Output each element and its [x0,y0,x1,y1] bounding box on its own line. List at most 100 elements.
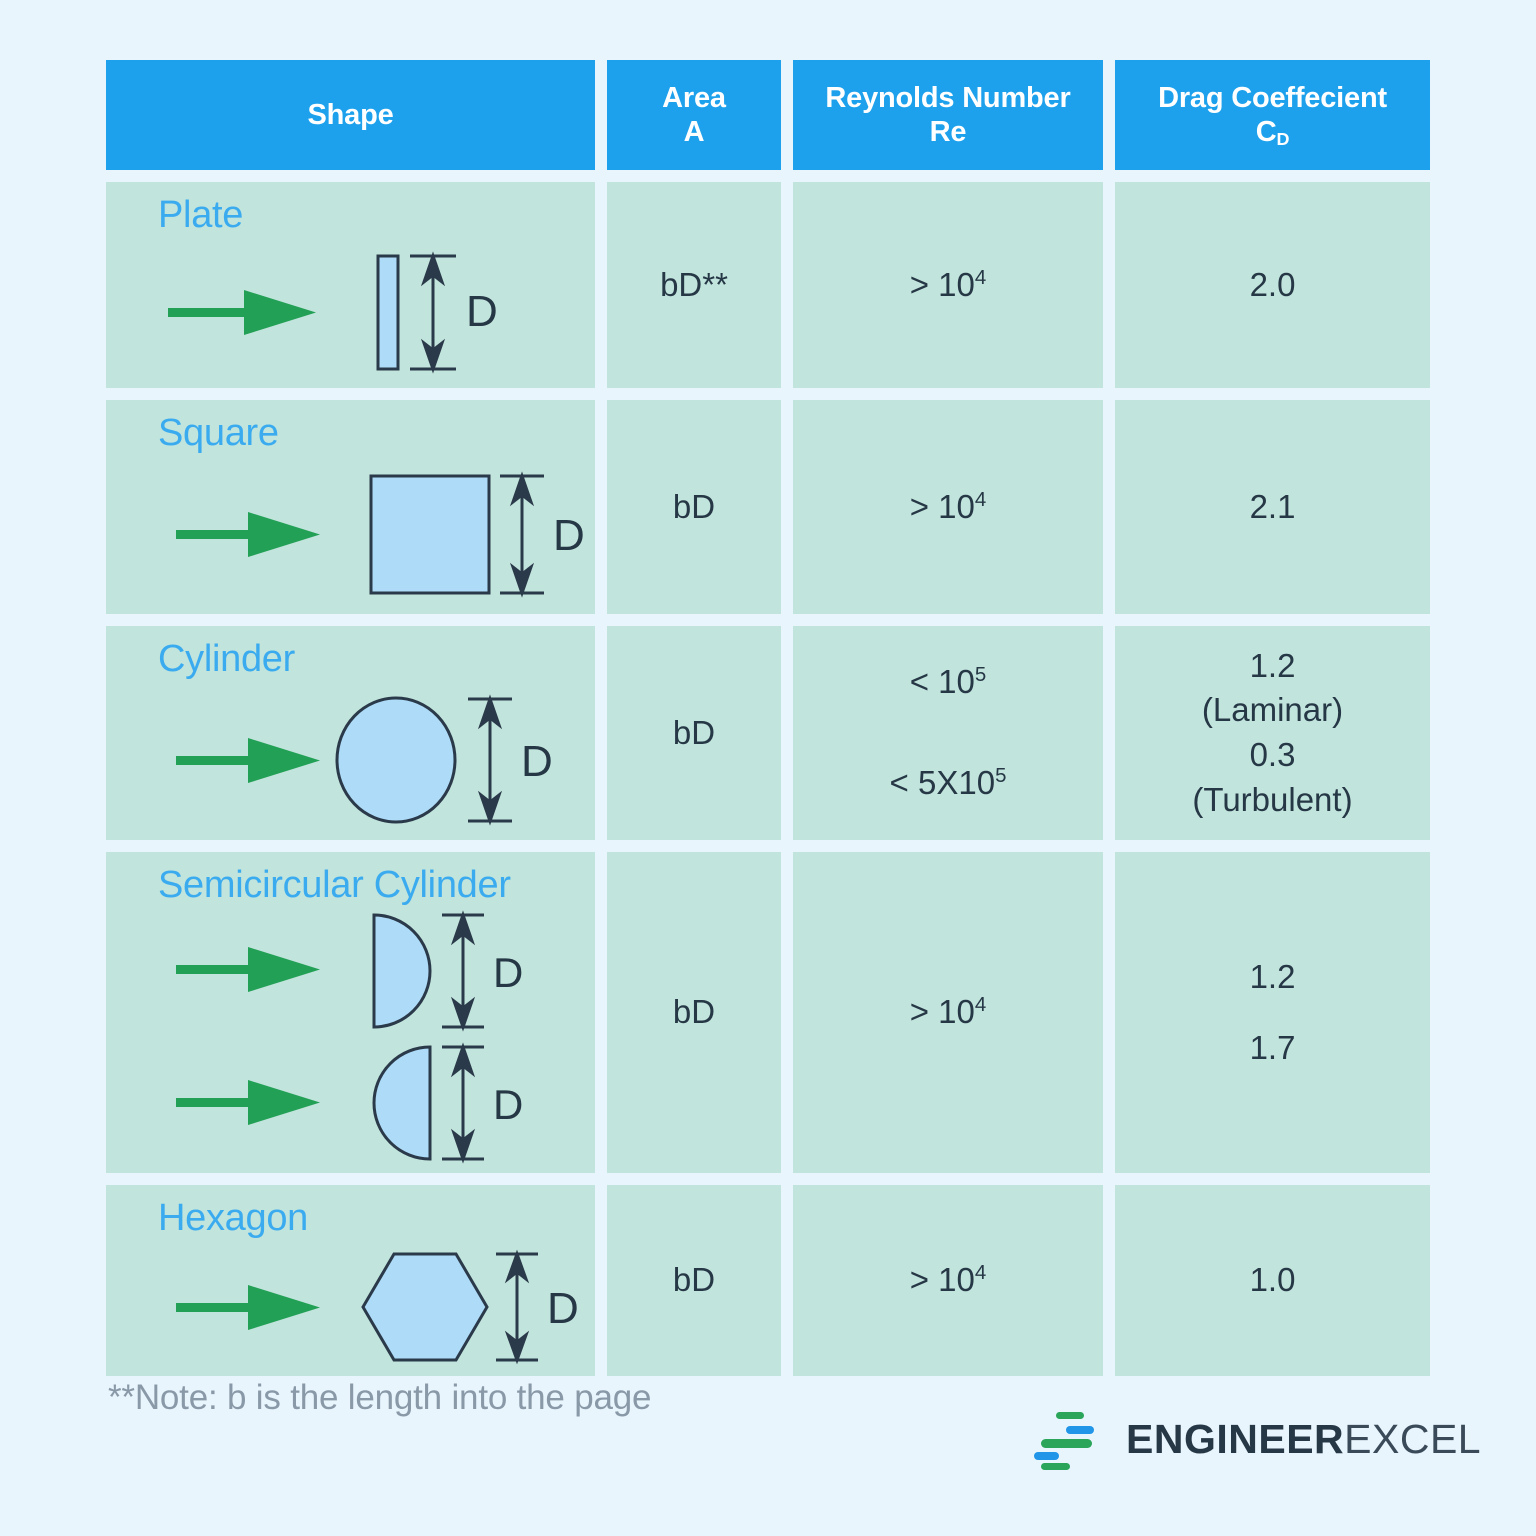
engineerexcel-logo: ENGINEEREXCEL [1034,1408,1481,1470]
logo-light-part: EXCEL [1344,1415,1482,1462]
reynolds-cell: > 104 [793,852,1103,1173]
column-header-area: Area A [607,60,781,170]
footnote: **Note: b is the length into the page [108,1378,652,1417]
dimension-label-d: D [553,511,585,560]
shape-diagram-hexagon: D [106,1241,595,1376]
reynolds-cell: > 104 [793,182,1103,388]
semicircle-diagram-svg: D D [176,910,523,1164]
area-cell: bD [607,1185,781,1376]
semicircle-shape-flat-left [372,913,432,1029]
drag-coefficient-cell: 2.0 [1115,182,1430,388]
dimension-arrow-d [468,694,512,826]
area-value: bD [672,487,716,525]
cylinder-diagram-svg: D [176,694,553,826]
cd-symbol: C [1255,116,1277,148]
flow-arrow-icon [176,512,320,557]
dimension-label-d: D [521,737,553,786]
column-header-drag-line1: Drag Coeffecient [1158,81,1387,114]
shape-cell-cylinder: Cylinder D [106,626,595,840]
column-header-drag-coefficient: Drag Coeffecient CD [1115,60,1430,170]
reynolds-exponent: 4 [974,265,987,289]
flow-arrow-icon [176,1285,320,1330]
table-row: Square D bD > 104 2.1 [106,400,1430,614]
drag-coefficient-table: Shape Area A Reynolds Number Re Drag Coe… [106,60,1430,1388]
plate-shape [376,254,400,371]
table-row: Cylinder D bD < 105 < 5X105 1.2 (Laminar… [106,626,1430,840]
cd-subscript: D [1276,128,1290,149]
flow-arrow-icon [176,738,320,783]
table-row: Semicircular Cylinder D D bD > 104 1.2 1… [106,852,1430,1173]
shape-label-hexagon: Hexagon [158,1197,309,1239]
drag-coefficient-cell: 2.1 [1115,400,1430,614]
dimension-arrow-d [410,251,456,374]
drag-coefficient-table-page: Shape Area A Reynolds Number Re Drag Coe… [0,0,1536,1536]
column-header-shape-label: Shape [307,98,394,131]
flow-arrow-icon [176,1080,320,1125]
shape-label-plate: Plate [158,194,244,236]
drag-coefficient-value: 0.3 [1249,736,1296,773]
reynolds-prefix: > 10 [909,993,975,1031]
area-cell: bD [607,400,781,614]
drag-coefficient-value: 1.2 [1249,957,1296,995]
table-row: Hexagon D bD > 104 1.0 [106,1185,1430,1376]
table-header-row: Shape Area A Reynolds Number Re Drag Coe… [106,60,1430,170]
reynolds-value: > 104 [910,263,987,308]
shape-diagram-cylinder: D [106,682,595,840]
dimension-label-d: D [493,949,523,996]
area-cell: bD [607,852,781,1173]
drag-coefficient-value: 1.0 [1249,1261,1296,1299]
dimension-arrow-d [442,910,484,1032]
reynolds-exponent: 4 [974,993,987,1017]
column-header-reynolds: Reynolds Number Re [793,60,1103,170]
shape-cell-plate: Plate D [106,182,595,388]
reynolds-prefix: < 5X10 [889,764,996,801]
square-diagram-svg: D [176,471,585,598]
area-cell: bD** [607,182,781,388]
reynolds-value: > 104 [910,990,987,1035]
dimension-arrow-d [500,471,544,598]
column-header-reynolds-line2: Re [929,116,967,148]
reynolds-prefix: > 10 [909,265,975,303]
column-header-reynolds-line1: Reynolds Number [825,81,1071,114]
table-row: Plate D bD** > 104 2.0 [106,182,1430,388]
circle-shape [335,696,457,824]
area-value: bD [672,713,716,751]
drag-coefficient-value: 1.2 [1249,646,1296,684]
reynolds-cell: > 104 [793,400,1103,614]
area-cell: bD [607,626,781,840]
shape-cell-square: Square D [106,400,595,614]
drag-coefficient-regime: (Laminar) [1201,691,1344,729]
reynolds-prefix: < 10 [909,663,975,701]
column-header-drag-line2: CD [1158,115,1387,149]
drag-coefficient-value: 2.1 [1249,487,1296,525]
column-header-area-line1: Area [662,81,726,114]
dimension-label-d: D [547,1284,579,1333]
drag-coefficient-cell: 1.0 [1115,1185,1430,1376]
shape-label-square: Square [158,412,279,454]
area-value: bD [672,1261,716,1299]
hexagon-shape [361,1252,489,1362]
plate-diagram-svg: D [168,251,498,374]
reynolds-value: < 5X105 [890,761,1007,806]
engineerexcel-dashes-logo-icon [1034,1412,1094,1470]
shape-label-semicircular-cylinder: Semicircular Cylinder [158,864,511,906]
hexagon-diagram-svg: D [176,1249,579,1365]
reynolds-exponent: 5 [974,663,987,687]
drag-coefficient-regime: (Turbulent) [1192,780,1353,818]
drag-coefficient-cell: 1.2 (Laminar) 0.3 (Turbulent) [1115,626,1430,840]
shape-cell-hexagon: Hexagon D [106,1185,595,1376]
shape-label-cylinder: Cylinder [158,638,295,680]
column-header-shape: Shape [106,60,595,170]
reynolds-prefix: > 10 [909,1261,975,1299]
shape-diagram-semicircular-cylinder: D D [106,908,595,1173]
dimension-label-d: D [466,287,498,336]
drag-coefficient-cell: 1.2 1.7 [1115,852,1430,1173]
shape-cell-semicircular-cylinder: Semicircular Cylinder D D [106,852,595,1173]
dimension-arrow-d [442,1042,484,1164]
reynolds-cell: > 104 [793,1185,1103,1376]
square-shape [369,474,491,595]
shape-diagram-square: D [106,456,595,614]
flow-arrow-icon [176,947,320,992]
semicircle-shape-flat-right [372,1045,432,1161]
column-header-area-line2: A [683,116,705,148]
